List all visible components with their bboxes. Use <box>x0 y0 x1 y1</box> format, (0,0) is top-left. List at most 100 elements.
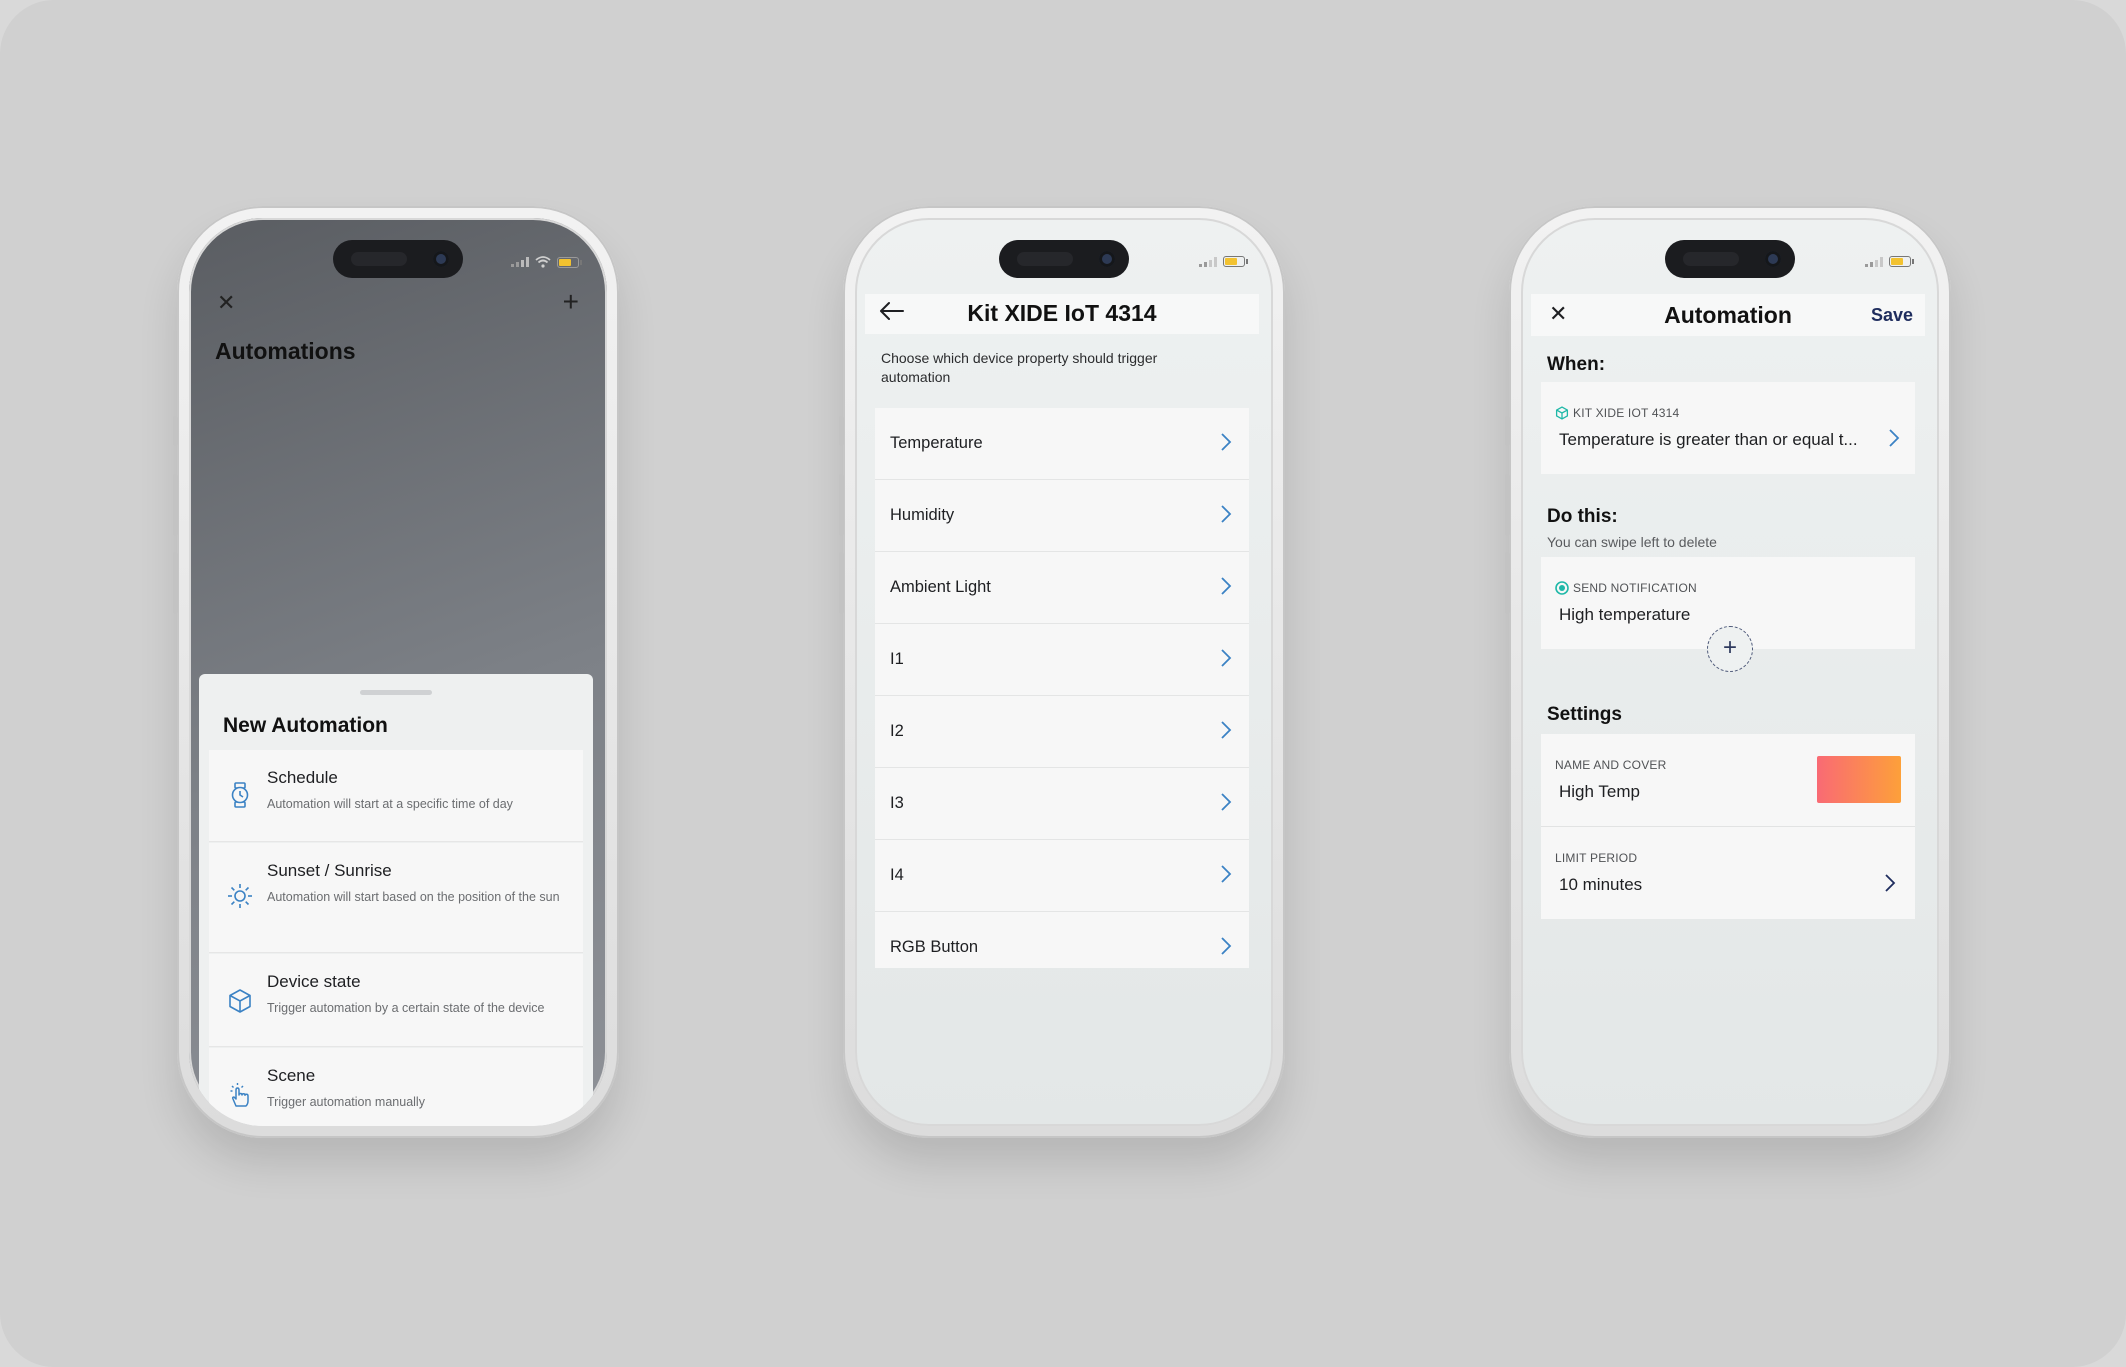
phone-screen: ✕ Automation Save When: KIT XIDE IOT 431… <box>1521 218 1939 1126</box>
property-label: Temperature <box>890 434 983 452</box>
signal-icon <box>1865 256 1883 267</box>
navigation-bar: Kit XIDE IoT 4314 <box>865 294 1259 334</box>
phone-screen: Kit XIDE IoT 4314 Choose which device pr… <box>855 218 1273 1126</box>
chevron-right-icon <box>1885 874 1896 892</box>
notification-icon <box>1555 581 1569 595</box>
phone-side-button <box>839 474 844 536</box>
chevron-right-icon <box>1221 577 1232 595</box>
add-automation-button[interactable]: + <box>563 288 579 316</box>
property-row-rgb-button[interactable]: RGB Button <box>875 912 1249 968</box>
hand-tap-icon <box>230 1083 249 1107</box>
battery-icon <box>1223 256 1248 267</box>
phone-side-button <box>173 416 178 446</box>
phone-device-properties: Kit XIDE IoT 4314 Choose which device pr… <box>839 206 1285 1138</box>
name-and-cover-card[interactable]: NAME AND COVER High Temp <box>1541 734 1915 826</box>
property-label: I3 <box>890 794 904 812</box>
instruction-text: Choose which device property should trig… <box>881 350 1158 385</box>
dynamic-island <box>333 240 463 278</box>
chevron-right-icon <box>1221 721 1232 739</box>
chevron-right-icon <box>1221 433 1232 451</box>
property-row-ambient-light[interactable]: Ambient Light <box>875 552 1249 624</box>
phone-side-button <box>1505 552 1510 614</box>
property-label: RGB Button <box>890 938 979 956</box>
property-label: I1 <box>890 650 904 668</box>
property-row-humidity[interactable]: Humidity <box>875 480 1249 552</box>
chevron-right-icon <box>1221 865 1232 883</box>
property-row-i4[interactable]: I4 <box>875 840 1249 912</box>
cube-icon <box>229 989 251 1013</box>
property-label: Humidity <box>890 506 955 524</box>
trigger-device-name: KIT XIDE IOT 4314 <box>1573 406 1680 420</box>
sun-icon <box>228 884 252 908</box>
swipe-hint: You can swipe left to delete <box>1547 534 1717 550</box>
phone-side-button <box>839 416 844 446</box>
automation-name: High Temp <box>1559 782 1640 801</box>
sheet-grabber[interactable] <box>360 690 432 695</box>
status-bar <box>511 256 582 268</box>
limit-period-value: 10 minutes <box>1559 875 1643 894</box>
page-title: Automations <box>215 338 356 364</box>
battery-icon <box>1889 256 1914 267</box>
property-list: Temperature Humidity Ambient Light I1 I2… <box>875 408 1249 968</box>
page-title: Automation <box>1664 302 1792 328</box>
action-type-label: SEND NOTIFICATION <box>1555 581 1697 595</box>
chevron-right-icon <box>1889 429 1900 447</box>
phone-automation-editor: ✕ Automation Save When: KIT XIDE IOT 431… <box>1505 206 1951 1138</box>
trigger-device-label: KIT XIDE IOT 4314 <box>1555 406 1679 420</box>
option-description: Automation will start at a specific time… <box>267 797 513 811</box>
option-title: Sunset / Sunrise <box>267 861 392 880</box>
property-row-temperature[interactable]: Temperature <box>875 408 1249 480</box>
property-label: Ambient Light <box>890 578 991 596</box>
close-icon[interactable]: ✕ <box>217 292 235 314</box>
name-and-cover-label: NAME AND COVER <box>1555 758 1667 772</box>
phone-side-button <box>1505 474 1510 536</box>
battery-icon <box>557 256 582 268</box>
navigation-bar: ✕ Automation Save <box>1531 294 1925 336</box>
option-description: Trigger automation by a certain state of… <box>267 1001 545 1015</box>
option-title: Device state <box>267 972 361 991</box>
wifi-icon <box>535 256 551 268</box>
watch-icon <box>231 782 249 808</box>
option-title: Scene <box>267 1066 316 1085</box>
property-label: I2 <box>890 722 904 740</box>
dynamic-island <box>1665 240 1795 278</box>
option-device-state[interactable]: Device state Trigger automation by a cer… <box>209 954 583 1047</box>
property-label: I4 <box>890 866 904 884</box>
option-description: Automation will start based on the posit… <box>267 890 560 904</box>
option-scene[interactable]: Scene Trigger automation manually <box>209 1048 583 1126</box>
phone-side-button <box>1505 416 1510 446</box>
cover-swatch[interactable] <box>1817 756 1901 803</box>
option-title: Schedule <box>267 768 338 787</box>
signal-icon <box>1199 256 1217 267</box>
phone-screen: ✕ + Automations New Automation Schedule … <box>189 218 607 1126</box>
settings-heading: Settings <box>1547 704 1622 725</box>
cube-icon <box>1555 406 1569 420</box>
option-description: Trigger automation manually <box>267 1095 425 1109</box>
trigger-condition: Temperature is greater than or equal t..… <box>1559 430 1858 449</box>
page-title: Kit XIDE IoT 4314 <box>967 300 1157 326</box>
action-value: High temperature <box>1559 605 1691 624</box>
phone-side-button <box>173 474 178 536</box>
limit-period-label: LIMIT PERIOD <box>1555 851 1638 865</box>
option-schedule[interactable]: Schedule Automation will start at a spec… <box>209 750 583 842</box>
property-row-i3[interactable]: I3 <box>875 768 1249 840</box>
phone-automations: ✕ + Automations New Automation Schedule … <box>173 206 619 1138</box>
chevron-right-icon <box>1221 793 1232 811</box>
status-bar <box>1865 256 1914 267</box>
save-button[interactable]: Save <box>1871 305 1913 326</box>
do-this-heading: Do this: <box>1547 506 1618 527</box>
status-bar <box>1199 256 1248 267</box>
add-action-button[interactable]: + <box>1707 626 1753 672</box>
limit-period-card[interactable]: LIMIT PERIOD 10 minutes <box>1541 827 1915 919</box>
chevron-right-icon <box>1221 505 1232 523</box>
trigger-card[interactable]: KIT XIDE IOT 4314 Temperature is greater… <box>1541 382 1915 474</box>
property-row-i1[interactable]: I1 <box>875 624 1249 696</box>
dynamic-island <box>999 240 1129 278</box>
action-type: SEND NOTIFICATION <box>1573 581 1697 595</box>
when-heading: When: <box>1547 354 1606 375</box>
signal-icon <box>511 257 529 267</box>
chevron-right-icon <box>1221 649 1232 667</box>
property-row-i2[interactable]: I2 <box>875 696 1249 768</box>
option-sunset-sunrise[interactable]: Sunset / Sunrise Automation will start b… <box>209 843 583 953</box>
chevron-right-icon <box>1221 937 1232 955</box>
